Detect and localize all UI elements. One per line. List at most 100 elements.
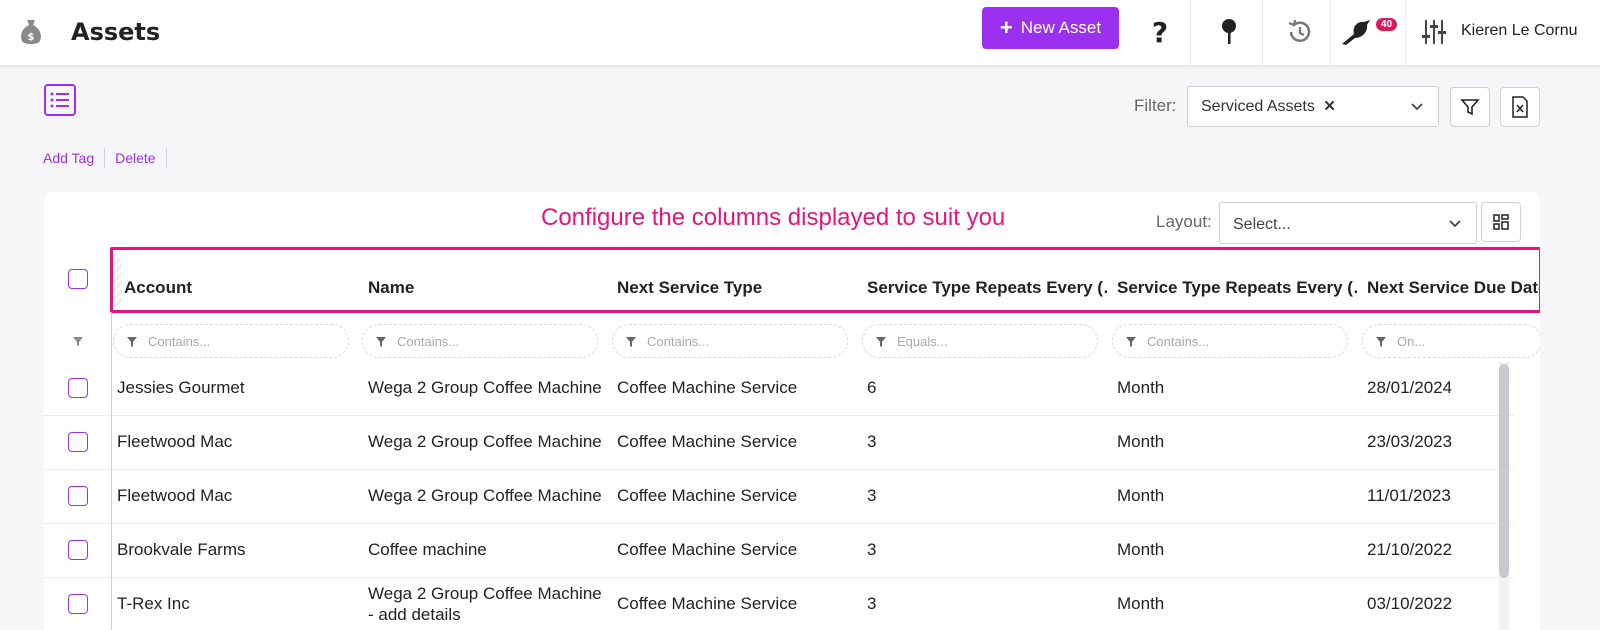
- delete-link[interactable]: Delete: [115, 150, 165, 166]
- layout-select[interactable]: Select...: [1219, 202, 1477, 244]
- filter-placeholder: Contains...: [397, 334, 460, 349]
- svg-text:$: $: [28, 32, 35, 43]
- row-checkbox[interactable]: [68, 378, 88, 398]
- filter-placeholder: Equals...: [897, 334, 948, 349]
- history-icon[interactable]: [1280, 12, 1320, 52]
- filter-icon: [1375, 335, 1387, 353]
- row-checkbox[interactable]: [68, 432, 88, 452]
- cell-due-date: 28/01/2024: [1367, 378, 1453, 397]
- cell-name: Wega 2 Group Coffee Machine: [368, 378, 602, 397]
- add-tag-link[interactable]: Add Tag: [43, 150, 104, 166]
- new-asset-label: New Asset: [1020, 18, 1102, 37]
- new-asset-button[interactable]: + New Asset: [982, 7, 1119, 49]
- table-row[interactable]: Fleetwood Mac Wega 2 Group Coffee Machin…: [44, 470, 1514, 524]
- row-checkbox[interactable]: [68, 540, 88, 560]
- row-checkbox[interactable]: [68, 486, 88, 506]
- cell-repeats-unit: Month: [1117, 486, 1165, 505]
- settings-sliders-icon[interactable]: [1414, 12, 1454, 52]
- cell-due-date: 11/01/2023: [1367, 486, 1451, 505]
- layout-label: Layout:: [1156, 212, 1212, 231]
- plus-icon: +: [999, 15, 1013, 40]
- cell-due-date: 21/10/2022: [1367, 540, 1453, 559]
- column-filter-repeats[interactable]: Equals...: [862, 324, 1098, 358]
- cell-repeats-unit: Month: [1117, 594, 1165, 613]
- action-divider: [104, 148, 106, 168]
- cell-repeats-unit: Month: [1117, 378, 1165, 397]
- help-icon[interactable]: ?: [1140, 12, 1180, 52]
- list-view-icon[interactable]: [44, 84, 76, 116]
- column-filter-due-date[interactable]: On...: [1362, 324, 1540, 358]
- action-divider: [165, 148, 167, 168]
- filter-chip: Serviced Assets: [1201, 98, 1315, 115]
- column-header-repeats-unit[interactable]: Service Type Repeats Every (…: [1117, 278, 1357, 298]
- toolbar-divider: [1190, 0, 1191, 66]
- excel-export-icon: [1512, 96, 1528, 118]
- grid-layout-icon: [1493, 214, 1509, 230]
- row-checkbox[interactable]: [68, 594, 88, 614]
- cell-name-line: Wega 2 Group Coffee Machine: [368, 584, 602, 603]
- cell-account: Fleetwood Mac: [117, 432, 233, 451]
- toolbar-divider: [1405, 0, 1406, 66]
- cell-name-line: - add details: [368, 605, 461, 624]
- user-name[interactable]: Kieren Le Cornu: [1461, 22, 1578, 40]
- svg-text:?: ?: [1152, 17, 1168, 47]
- filter-placeholder: Contains...: [647, 334, 710, 349]
- filter-label: Filter:: [1134, 96, 1177, 115]
- layout-placeholder: Select...: [1233, 216, 1291, 233]
- remove-filter-icon[interactable]: ×: [1324, 96, 1335, 118]
- cell-account: Jessies Gourmet: [117, 378, 245, 397]
- chevron-down-icon: [1448, 216, 1462, 235]
- cell-name: Wega 2 Group Coffee Machine: [368, 432, 602, 451]
- filter-button[interactable]: [1450, 87, 1490, 127]
- cell-name: Wega 2 Group Coffee Machine - add detail…: [368, 583, 602, 625]
- column-header-name[interactable]: Name: [368, 278, 598, 298]
- filter-icon: [375, 335, 387, 353]
- cell-repeats-unit: Month: [1117, 540, 1165, 559]
- column-header-account[interactable]: Account: [124, 278, 354, 298]
- bird-icon[interactable]: [1337, 12, 1377, 52]
- filter-icon: [625, 335, 637, 353]
- table-row[interactable]: T-Rex Inc Wega 2 Group Coffee Machine - …: [44, 578, 1514, 630]
- cell-account: Brookvale Farms: [117, 540, 246, 559]
- cell-repeats: 3: [867, 594, 877, 613]
- chevron-down-icon: [1410, 99, 1424, 118]
- top-bar: $ Assets + New Asset ? 40 Kieren Le Corn…: [0, 0, 1600, 66]
- column-header-next-service-type[interactable]: Next Service Type: [617, 278, 847, 298]
- column-header-next-service-due[interactable]: Next Service Due Date: [1367, 278, 1539, 298]
- scrollbar-thumb[interactable]: [1499, 364, 1509, 578]
- pin-icon[interactable]: [1209, 12, 1249, 52]
- table-row[interactable]: Fleetwood Mac Wega 2 Group Coffee Machin…: [44, 416, 1514, 470]
- page-title: Assets: [71, 18, 161, 46]
- cell-service-type: Coffee Machine Service: [617, 540, 798, 559]
- toolbar-divider: [1330, 0, 1331, 66]
- cell-service-type: Coffee Machine Service: [617, 486, 798, 505]
- filter-placeholder: Contains...: [1147, 334, 1210, 349]
- filter-placeholder: On...: [1397, 334, 1426, 349]
- notification-badge: 40: [1376, 18, 1398, 31]
- table-row[interactable]: Jessies Gourmet Wega 2 Group Coffee Mach…: [44, 362, 1514, 416]
- column-filter-name[interactable]: Contains...: [362, 324, 598, 358]
- cell-due-date: 03/10/2022: [1367, 594, 1453, 613]
- column-filter-repeats-unit[interactable]: Contains...: [1112, 324, 1348, 358]
- cell-due-date: 23/03/2023: [1367, 432, 1453, 451]
- filter-placeholder: Contains...: [148, 334, 211, 349]
- cell-service-type: Coffee Machine Service: [617, 594, 798, 613]
- table-row[interactable]: Brookvale Farms Coffee machine Coffee Ma…: [44, 524, 1514, 578]
- cell-account: T-Rex Inc: [117, 594, 190, 613]
- column-header-repeats-every[interactable]: Service Type Repeats Every (…: [867, 278, 1107, 298]
- column-filter-service-type[interactable]: Contains...: [612, 324, 848, 358]
- cell-service-type: Coffee Machine Service: [617, 378, 798, 397]
- cell-account: Fleetwood Mac: [117, 486, 233, 505]
- cell-repeats: 3: [867, 432, 877, 451]
- cell-repeats: 3: [867, 540, 877, 559]
- column-layout-button[interactable]: [1481, 202, 1521, 242]
- select-all-checkbox[interactable]: [68, 269, 88, 289]
- column-filter-account[interactable]: Contains...: [113, 324, 349, 358]
- filter-select[interactable]: Serviced Assets ×: [1187, 86, 1439, 127]
- filter-icon: [1460, 99, 1480, 116]
- cell-name: Coffee machine: [368, 540, 487, 559]
- money-bag-icon: $: [18, 18, 44, 46]
- export-excel-button[interactable]: [1500, 87, 1540, 127]
- action-links: Add Tag Delete: [43, 148, 177, 168]
- column-drag-handle[interactable]: [110, 258, 122, 306]
